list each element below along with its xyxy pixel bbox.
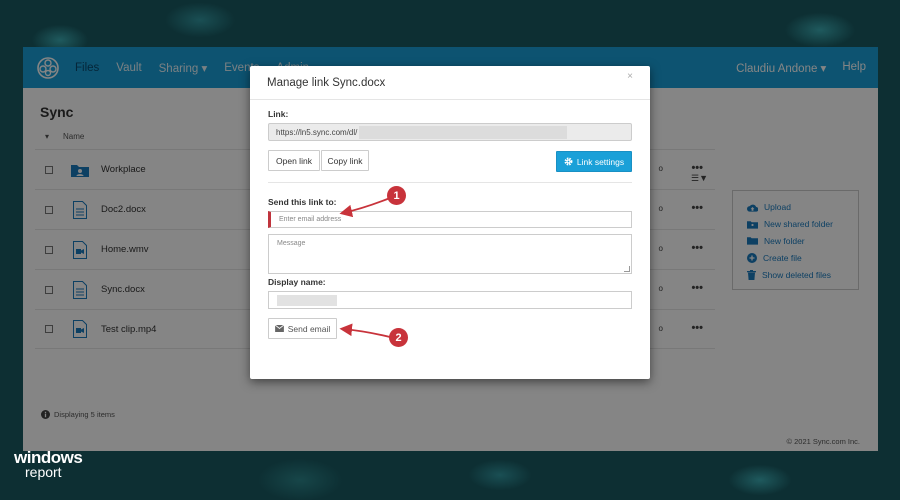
annotation-badge-2: 2: [389, 328, 408, 347]
annotation-badge-1: 1: [387, 186, 406, 205]
annotation-arrow-2: [339, 323, 391, 338]
annotation-arrows: [339, 197, 391, 338]
windows-report-logo: windows report: [14, 448, 83, 481]
annotation-arrow-1: [339, 197, 391, 218]
